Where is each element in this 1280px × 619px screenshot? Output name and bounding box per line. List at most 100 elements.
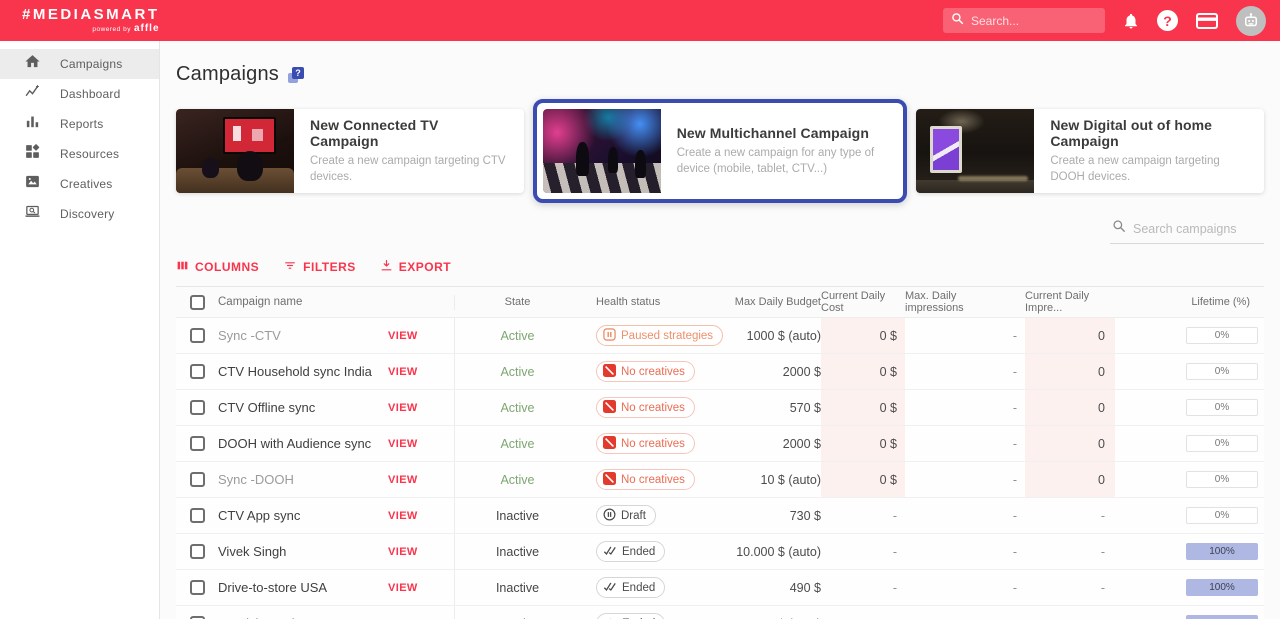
- view-button[interactable]: VIEW: [388, 582, 454, 594]
- table-row[interactable]: Sync -CTV VIEW Active Paused strategies …: [176, 318, 1264, 354]
- no-creatives-badge[interactable]: No creatives: [596, 469, 695, 490]
- row-checkbox[interactable]: [189, 472, 205, 487]
- ended-badge[interactable]: Ended: [596, 541, 666, 562]
- columns-button[interactable]: COLUMNS: [176, 259, 259, 275]
- sidebar-item-resources[interactable]: Resources: [0, 139, 159, 169]
- global-search-input[interactable]: [971, 13, 1091, 28]
- help-icon[interactable]: ?: [1157, 10, 1178, 31]
- select-all-checkbox[interactable]: [189, 294, 205, 310]
- state-value: Inactive: [495, 508, 540, 523]
- new-multichannel-campaign-card-selected[interactable]: New Multichannel Campaign Create a new c…: [532, 99, 908, 203]
- header-max-daily-budget[interactable]: Max Daily Budget: [728, 296, 821, 308]
- view-button[interactable]: VIEW: [388, 546, 454, 558]
- impressions-value: 0: [1025, 318, 1115, 353]
- view-button[interactable]: VIEW: [388, 330, 454, 342]
- state-value: Active: [500, 400, 535, 415]
- global-search[interactable]: [943, 8, 1105, 33]
- table-row[interactable]: CTV App sync VIEW Inactive Draft 730 $ -…: [176, 498, 1264, 534]
- impressions-value: 0: [1025, 426, 1115, 461]
- affle-brand-text: affle: [133, 23, 160, 34]
- user-avatar[interactable]: [1236, 5, 1266, 36]
- campaign-name-link[interactable]: Vivek Singh: [218, 544, 388, 559]
- view-button[interactable]: VIEW: [388, 438, 454, 450]
- header-health-status[interactable]: Health status: [580, 296, 728, 308]
- sidebar-item-label: Resources: [60, 147, 120, 161]
- view-button[interactable]: VIEW: [388, 474, 454, 486]
- no-creatives-badge[interactable]: No creatives: [596, 361, 695, 382]
- campaign-name-link[interactable]: DOOH with Audience sync: [218, 436, 388, 451]
- no-creatives-badge[interactable]: No creatives: [596, 397, 695, 418]
- filters-button[interactable]: FILTERS: [283, 259, 356, 275]
- table-header-row: Campaign name State Health status Max Da…: [176, 287, 1264, 318]
- search-icon: [951, 12, 964, 30]
- row-checkbox[interactable]: [189, 364, 205, 379]
- health-cell: No creatives: [580, 426, 728, 461]
- row-checkbox[interactable]: [189, 400, 205, 415]
- table-row[interactable]: Sync -DOOH VIEW Active No creatives 10 $…: [176, 462, 1264, 498]
- header-campaign-name[interactable]: Campaign name: [218, 296, 388, 308]
- campaign-name-link[interactable]: Sync -CTV: [218, 328, 388, 343]
- row-checkbox[interactable]: [189, 328, 205, 343]
- search-campaigns-input[interactable]: [1133, 221, 1258, 236]
- sidebar-item-dashboard[interactable]: Dashboard: [0, 79, 159, 109]
- new-ctv-campaign-card[interactable]: New Connected TV Campaign Create a new c…: [176, 109, 524, 193]
- page-help-icon[interactable]: ?: [287, 66, 304, 83]
- campaign-name-link[interactable]: Drive-to-store USA: [218, 580, 388, 595]
- mediasmart-logo[interactable]: #MEDIASMART powered by affle: [22, 7, 160, 34]
- row-checkbox[interactable]: [189, 544, 205, 559]
- sidebar-item-reports[interactable]: Reports: [0, 109, 159, 139]
- max-impressions-value: -: [1012, 508, 1017, 523]
- billing-card-icon[interactable]: [1195, 11, 1219, 31]
- max-impressions-value: -: [905, 606, 1025, 619]
- card-description: Create a new campaign for any type of de…: [676, 146, 875, 175]
- campaign-name-link[interactable]: CTV Household sync India: [218, 364, 388, 379]
- state-value: Inactive: [495, 544, 540, 559]
- header-current-daily-impressions[interactable]: Current Daily Impre...: [1025, 290, 1115, 314]
- sidebar-item-label: Dashboard: [60, 87, 121, 101]
- campaign-name-link[interactable]: CTV App sync: [218, 508, 388, 523]
- campaign-name-link[interactable]: Sync -DOOH: [218, 472, 388, 487]
- view-button[interactable]: VIEW: [388, 402, 454, 414]
- ended-badge[interactable]: Ended: [596, 577, 666, 598]
- row-checkbox[interactable]: [189, 580, 205, 595]
- search-campaigns-field[interactable]: [1110, 216, 1264, 244]
- table-row[interactable]: CTV Offline sync VIEW Active No creative…: [176, 390, 1264, 426]
- logo-title: #MEDIASMART: [22, 6, 160, 23]
- double-check-icon: [603, 580, 617, 595]
- sidebar-item-discovery[interactable]: Discovery: [0, 199, 159, 229]
- logo-subtitle: powered by affle: [92, 24, 159, 34]
- page-title: Campaigns: [176, 63, 279, 85]
- paused-strategies-badge[interactable]: Paused strategies: [596, 325, 724, 346]
- header-state[interactable]: State: [455, 296, 580, 308]
- health-cell: Ended: [580, 570, 728, 605]
- view-button[interactable]: VIEW: [388, 510, 454, 522]
- table-row[interactable]: Vivek Singh VIEW Inactive Ended 10.000 $…: [176, 534, 1264, 570]
- table-row[interactable]: DOOH with Audience sync VIEW Active No c…: [176, 426, 1264, 462]
- card-title: New Digital out of home Campaign: [1050, 116, 1213, 149]
- header-current-daily-cost[interactable]: Current Daily Cost: [821, 290, 905, 314]
- table-row[interactable]: CTV Household sync India VIEW Active No …: [176, 354, 1264, 390]
- cost-value: 0 $: [821, 462, 905, 497]
- header-lifetime[interactable]: Lifetime (%): [1115, 296, 1264, 308]
- campaign-name-link[interactable]: CTV Offline sync: [218, 400, 388, 415]
- budget-value: 2000 $: [782, 436, 821, 451]
- row-checkbox[interactable]: [189, 436, 205, 451]
- export-button[interactable]: EXPORT: [380, 259, 451, 275]
- budget-value: 2000 $: [782, 364, 821, 379]
- new-dooh-campaign-card[interactable]: New Digital out of home Campaign Create …: [916, 109, 1265, 193]
- lifetime-bar: 100%: [1186, 579, 1258, 596]
- ended-badge[interactable]: Ended: [596, 613, 666, 619]
- view-button[interactable]: VIEW: [388, 366, 454, 378]
- health-cell: No creatives: [580, 390, 728, 425]
- no-creatives-badge[interactable]: No creatives: [596, 433, 695, 454]
- table-row[interactable]: Omnichannel France VIEW Inactive Ended 2…: [176, 606, 1264, 619]
- row-checkbox[interactable]: [189, 508, 205, 523]
- header-max-daily-impressions[interactable]: Max. Daily impressions: [905, 290, 1025, 314]
- table-row[interactable]: Drive-to-store USA VIEW Inactive Ended 4…: [176, 570, 1264, 606]
- draft-badge[interactable]: Draft: [596, 505, 656, 526]
- state-value: Active: [500, 364, 535, 379]
- impressions-value: -: [1100, 580, 1105, 595]
- notifications-bell-icon[interactable]: [1122, 12, 1140, 30]
- sidebar-item-creatives[interactable]: Creatives: [0, 169, 159, 199]
- sidebar-item-campaigns[interactable]: Campaigns: [0, 49, 159, 79]
